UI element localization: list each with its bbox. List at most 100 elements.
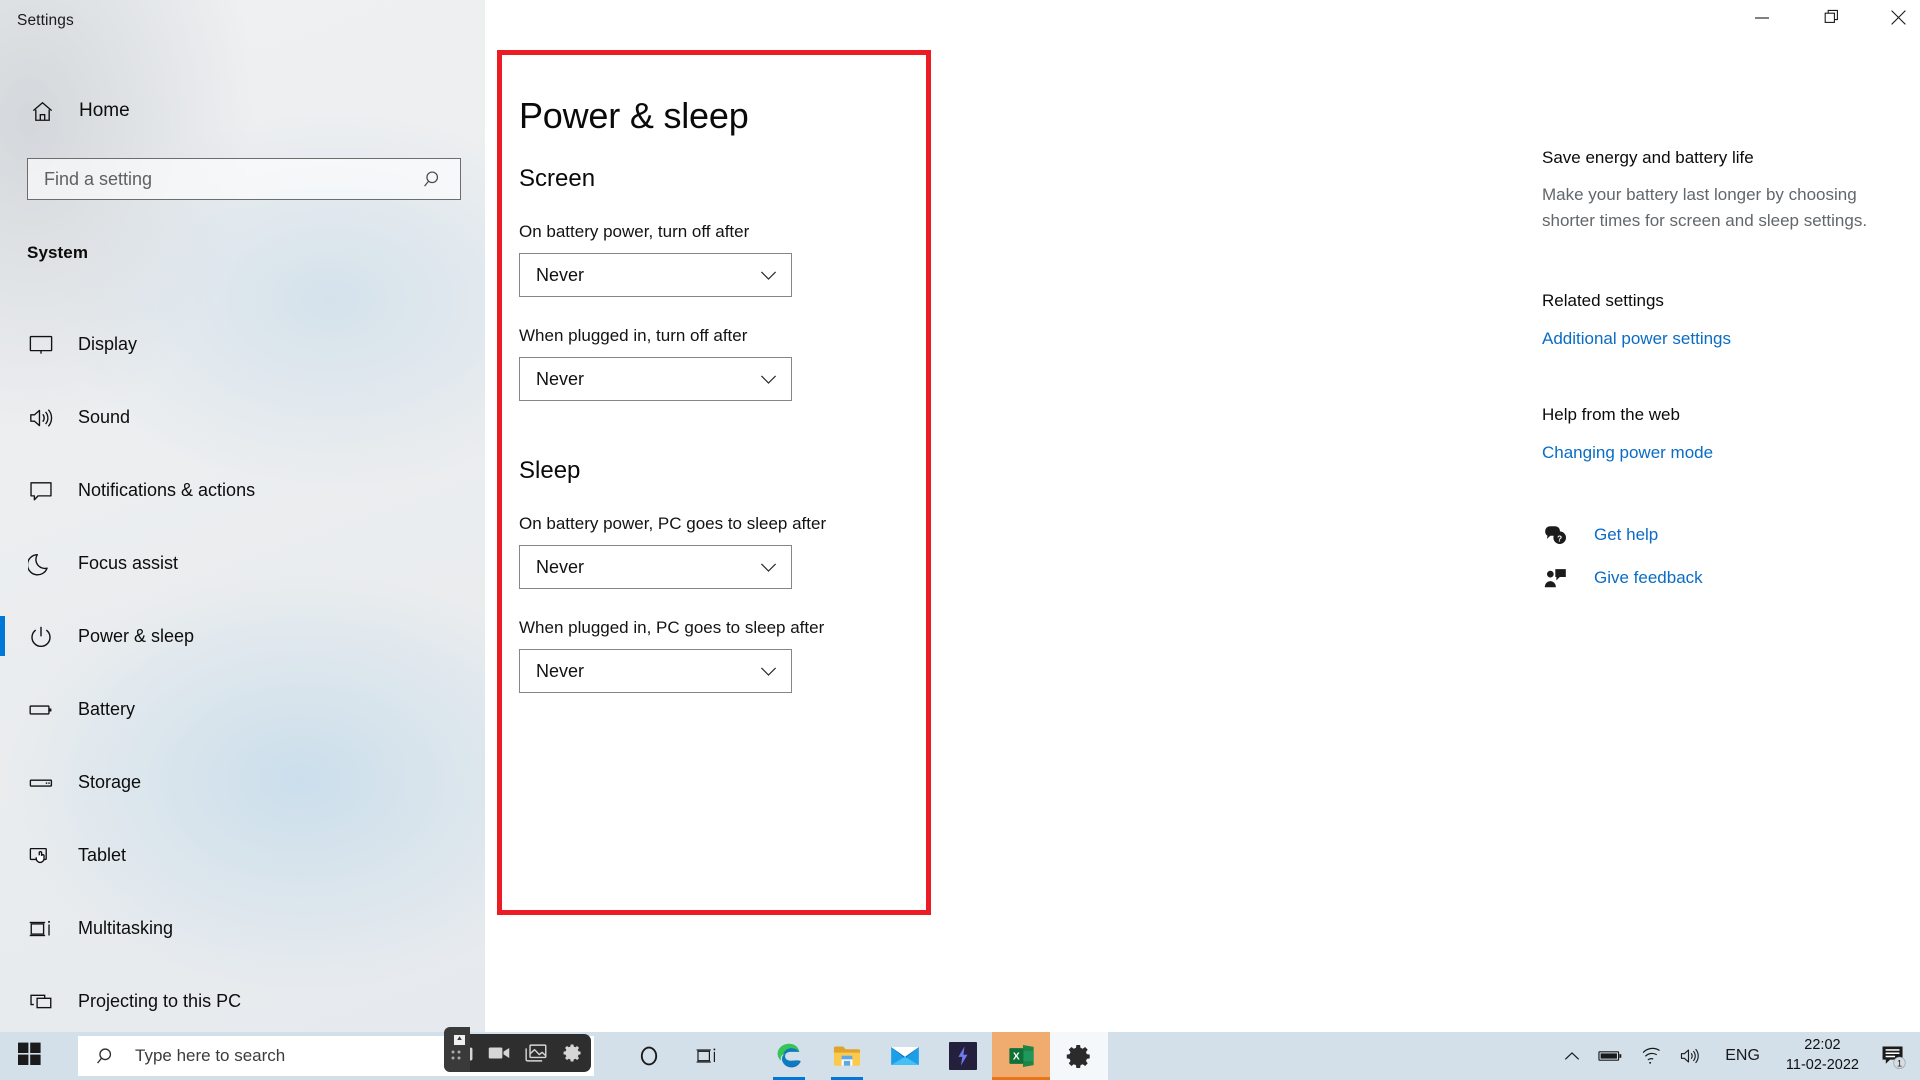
help-from-web-section: Help from the web Changing power mode — [1542, 405, 1912, 463]
get-help-label: Get help — [1594, 525, 1659, 545]
dropdown-value: Never — [536, 660, 585, 681]
field-label-screen-battery: On battery power, turn off after — [519, 222, 750, 241]
moon-icon — [19, 551, 63, 577]
sidebar: Settings Home Find a setting System Disp… — [0, 0, 485, 1032]
home-icon — [20, 99, 65, 124]
sidebar-item-label: Tablet — [78, 845, 127, 865]
notification-icon — [19, 478, 63, 504]
taskbar-search-placeholder: Type here to search — [135, 1046, 286, 1065]
system-tray: ENG 22:02 11-02-2022 1 — [1555, 1032, 1920, 1080]
close-button[interactable] — [1876, 0, 1920, 40]
feedback-person-icon — [1542, 568, 1568, 589]
sidebar-item-notifications[interactable]: Notifications & actions — [0, 454, 485, 527]
tray-wifi-icon[interactable] — [1632, 1032, 1671, 1080]
link-additional-power-settings[interactable]: Additional power settings — [1542, 329, 1912, 349]
tip-body: Make your battery last longer by choosin… — [1542, 185, 1868, 231]
sidebar-item-sound[interactable]: Sound — [0, 381, 485, 454]
settings-window: Settings Home Find a setting System Disp… — [0, 0, 1920, 1032]
recorder-video-button[interactable] — [481, 1045, 518, 1061]
sidebar-item-power-and-sleep[interactable]: Power & sleep — [0, 600, 485, 673]
window-title: Settings — [17, 12, 74, 29]
recorder-drag-handle[interactable] — [444, 1027, 470, 1072]
purple-app-icon[interactable] — [934, 1032, 992, 1080]
sidebar-item-label: Notifications & actions — [78, 480, 256, 500]
sidebar-item-focus-assist[interactable]: Focus assist — [0, 527, 485, 600]
notification-count: 1 — [1897, 1058, 1902, 1068]
excel-icon[interactable]: X — [992, 1032, 1050, 1080]
sidebar-item-multitasking[interactable]: Multitasking — [0, 892, 485, 965]
sidebar-item-label: Focus assist — [78, 553, 179, 573]
minimize-button[interactable] — [1733, 0, 1791, 40]
related-settings-section: Related settings Additional power settin… — [1542, 291, 1912, 349]
search-icon — [423, 169, 444, 190]
recorder-gallery-button[interactable] — [518, 1044, 555, 1062]
sidebar-item-label: Storage — [78, 772, 142, 792]
mail-icon[interactable] — [876, 1032, 934, 1080]
tray-notification-button[interactable]: 1 — [1871, 1032, 1920, 1080]
help-chat-icon: ? — [1542, 525, 1568, 546]
settings-gear-icon[interactable] — [1050, 1032, 1108, 1080]
sidebar-item-display[interactable]: Display — [0, 308, 485, 381]
dropdown-value: Never — [536, 264, 585, 285]
sidebar-item-storage[interactable]: Storage — [0, 746, 485, 819]
tray-language[interactable]: ENG — [1711, 1032, 1774, 1080]
search-placeholder: Find a setting — [44, 168, 153, 189]
storage-icon — [19, 770, 63, 796]
dropdown-value: Never — [536, 556, 585, 577]
speaker-icon — [19, 405, 63, 431]
section-heading-screen: Screen — [519, 165, 596, 192]
restore-button[interactable] — [1803, 0, 1861, 40]
monitor-icon — [19, 332, 63, 358]
give-feedback-link[interactable]: Give feedback — [1542, 568, 1912, 589]
sidebar-item-home[interactable]: Home — [0, 87, 485, 135]
section-heading-sleep: Sleep — [519, 457, 581, 484]
sidebar-item-projecting[interactable]: Projecting to this PC — [0, 965, 485, 1032]
dropdown-sleep-plugged-in[interactable]: Never — [519, 649, 792, 693]
help-from-web-title: Help from the web — [1542, 404, 1680, 424]
task-view-icon[interactable] — [678, 1032, 736, 1080]
start-button[interactable] — [0, 1032, 58, 1080]
multitasking-icon — [19, 916, 63, 942]
tip-title: Save energy and battery life — [1542, 148, 1754, 167]
sidebar-item-home-label: Home — [79, 100, 130, 121]
file-explorer-icon[interactable] — [818, 1032, 876, 1080]
dropdown-screen-plugged-in[interactable]: Never — [519, 357, 792, 401]
dropdown-sleep-on-battery[interactable]: Never — [519, 545, 792, 589]
related-settings-title: Related settings — [1542, 290, 1664, 310]
chevron-down-icon — [760, 562, 777, 573]
chevron-down-icon — [760, 666, 777, 677]
tray-battery-icon[interactable] — [1589, 1032, 1632, 1080]
power-icon — [19, 624, 63, 650]
search-input[interactable]: Find a setting — [27, 158, 461, 200]
sidebar-item-label: Projecting to this PC — [78, 991, 242, 1011]
recorder-settings-button[interactable] — [554, 1043, 591, 1063]
dropdown-screen-on-battery[interactable]: Never — [519, 253, 792, 297]
tray-volume-icon[interactable] — [1671, 1032, 1711, 1080]
tray-chevron-up-icon[interactable] — [1555, 1032, 1589, 1080]
restore-icon — [1824, 9, 1841, 31]
microsoft-edge-icon[interactable] — [760, 1032, 818, 1080]
page-title: Power & sleep — [519, 95, 749, 136]
svg-text:?: ? — [1557, 534, 1562, 543]
sidebar-item-tablet[interactable]: Tablet — [0, 819, 485, 892]
taskbar: Type here to search X ENG 22:02 11-02-20… — [0, 1032, 1920, 1080]
main-content: Power & sleep Screen On battery power, t… — [497, 50, 937, 693]
sidebar-item-battery[interactable]: Battery — [0, 673, 485, 746]
link-changing-power-mode[interactable]: Changing power mode — [1542, 443, 1912, 463]
selection-indicator — [0, 616, 5, 656]
screen: Settings Home Find a setting System Disp… — [0, 0, 1920, 1080]
cortana-icon[interactable] — [620, 1032, 678, 1080]
sidebar-item-label: Sound — [78, 407, 131, 427]
dropdown-value: Never — [536, 368, 585, 389]
field-label-sleep-battery: On battery power, PC goes to sleep after — [519, 514, 827, 533]
projecting-icon — [19, 989, 63, 1015]
get-help-link[interactable]: ? Get help — [1542, 525, 1912, 546]
sidebar-nav-list: Display Sound Notifications & actions Fo… — [0, 308, 485, 1032]
support-links: ? Get help Give feedback — [1542, 525, 1912, 589]
tray-clock[interactable]: 22:02 11-02-2022 — [1774, 1032, 1871, 1080]
chevron-down-icon — [760, 270, 777, 281]
sidebar-item-label: Multitasking — [78, 918, 174, 938]
tablet-icon — [19, 843, 63, 869]
sidebar-section-heading: System — [27, 243, 89, 262]
windows-start-icon — [17, 1042, 41, 1070]
